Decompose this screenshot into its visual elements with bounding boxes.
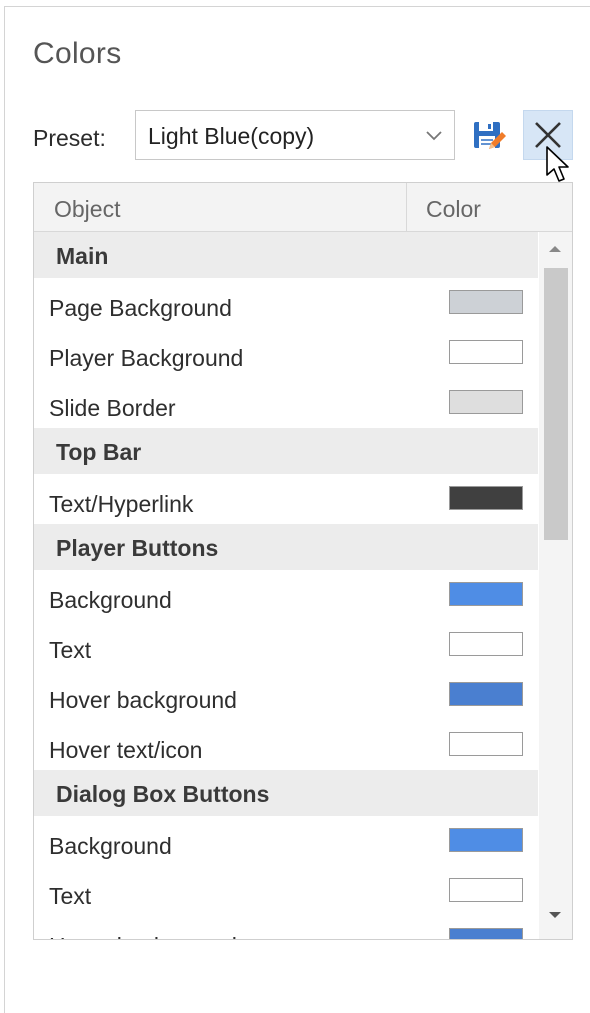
chevron-down-icon [426,131,442,141]
color-row[interactable]: Background [34,816,538,866]
color-row[interactable]: Slide Border [34,378,538,428]
group-header-row: Player Buttons [34,524,538,570]
color-swatch[interactable] [449,582,523,606]
color-swatch[interactable] [449,290,523,314]
scroll-up-arrow-icon[interactable] [548,244,562,254]
group-header-row: Dialog Box Buttons [34,770,538,816]
group-label: Top Bar [56,439,142,465]
color-row[interactable]: Player Background [34,328,538,378]
column-divider[interactable] [406,183,407,232]
object-label: Text [49,883,92,909]
group-label: Dialog Box Buttons [56,781,270,807]
color-swatch[interactable] [449,732,523,756]
object-label: Text [49,637,92,663]
color-row[interactable]: Page Background [34,278,538,328]
scroll-down-arrow-icon[interactable] [548,910,562,920]
group-label: Player Buttons [56,535,219,561]
object-label: Player Background [49,345,244,371]
object-label: Slide Border [49,395,176,421]
grid-header: Object Color [34,183,572,232]
object-label: Hover background [49,933,237,939]
color-swatch[interactable] [449,682,523,706]
grid-rows: Main Page Background Player Background Slid… [34,232,538,939]
object-label: Text/Hyperlink [49,491,194,517]
object-label: Background [49,833,172,859]
preset-value: Light Blue(copy) [148,123,315,149]
colors-grid: Object Color Main Page Background Player B… [33,182,573,940]
color-swatch[interactable] [449,632,523,656]
color-swatch[interactable] [449,390,523,414]
column-header-object[interactable]: Object [54,196,120,223]
color-swatch[interactable] [449,928,523,939]
vertical-scrollbar[interactable] [539,232,572,939]
color-row[interactable]: Text [34,620,538,670]
color-swatch[interactable] [449,878,523,902]
panel-title: Colors [33,37,122,70]
color-row[interactable]: Hover background [34,670,538,720]
object-label: Background [49,587,172,613]
mouse-cursor-icon [546,146,569,182]
preset-label: Preset: [33,125,106,151]
save-preset-button[interactable] [471,118,507,154]
preset-dropdown[interactable]: Light Blue(copy) [135,110,455,160]
color-row[interactable]: Background [34,570,538,620]
color-swatch[interactable] [449,340,523,364]
object-label: Hover background [49,687,237,713]
color-row[interactable]: Hover background [34,916,538,939]
color-row[interactable]: Text/Hyperlink [34,474,538,524]
object-label: Page Background [49,295,232,321]
object-label: Hover text/icon [49,737,203,763]
scrollbar-thumb[interactable] [544,268,568,540]
color-row[interactable]: Text [34,866,538,916]
color-row[interactable]: Hover text/icon [34,720,538,770]
group-header-row: Main [34,232,538,278]
color-swatch[interactable] [449,828,523,852]
group-label: Main [56,243,109,269]
color-swatch[interactable] [449,486,523,510]
column-header-color[interactable]: Color [426,196,481,223]
group-header-row: Top Bar [34,428,538,474]
save-icon [474,122,506,149]
colors-panel: Colors Preset: Light Blue(copy) Object C… [4,6,590,1013]
